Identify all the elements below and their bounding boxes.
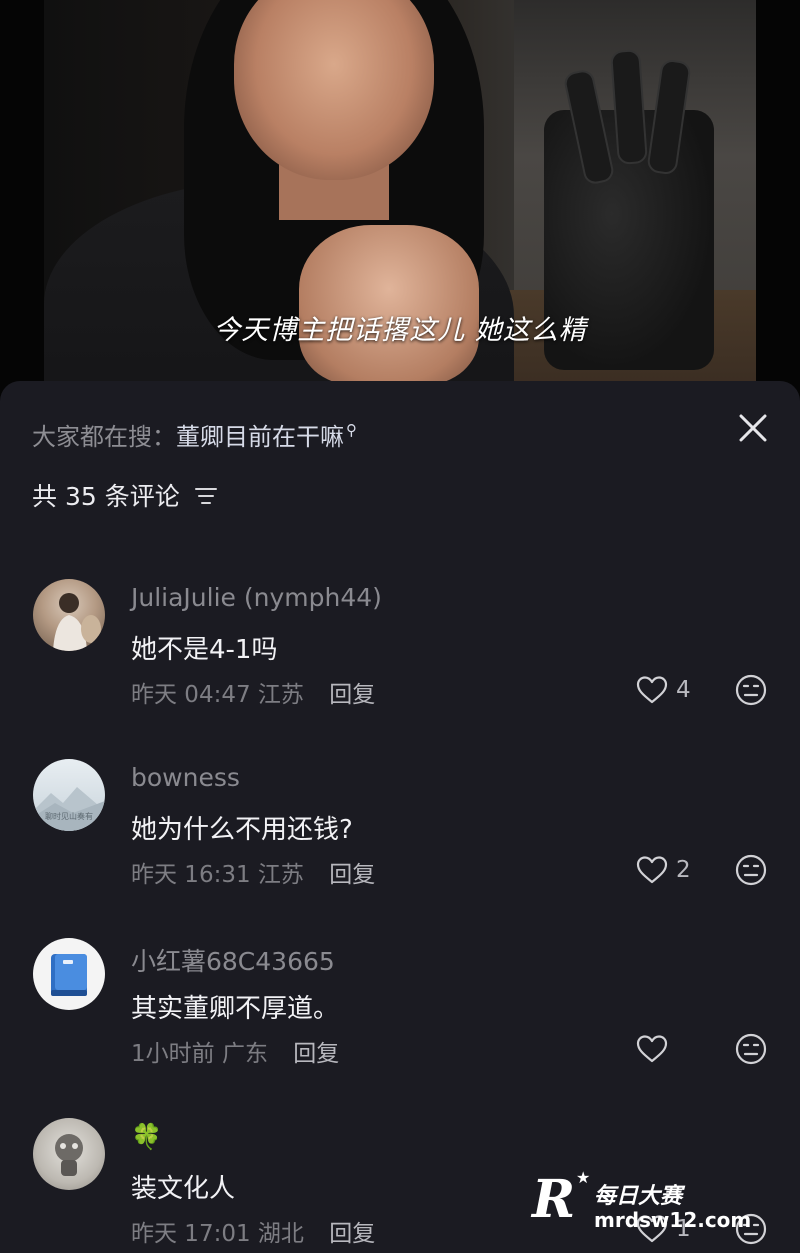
comment-count-row[interactable]: 共 35 条评论 bbox=[32, 477, 218, 513]
comment-meta: 昨天 16:31 江苏 回复 bbox=[131, 855, 375, 889]
avatar-caption: 聊时见山奏有 bbox=[45, 811, 93, 821]
avatar-image: 聊时见山奏有 bbox=[33, 787, 105, 831]
heart-icon bbox=[636, 1035, 668, 1063]
comment-item: 聊时见山奏有 bowness 她为什么不用还钱? 昨天 16:31 江苏 回复 … bbox=[0, 759, 800, 929]
heart-icon bbox=[636, 856, 668, 884]
comment-text: 她不是4-1吗 bbox=[131, 635, 278, 665]
watermark-logo: R bbox=[532, 1169, 576, 1230]
avatar-image bbox=[55, 1134, 83, 1176]
reply-button[interactable]: 回复 bbox=[293, 1041, 339, 1067]
watermark-url: mrdsw12.com bbox=[594, 1208, 752, 1232]
dislike-button[interactable] bbox=[735, 674, 767, 706]
comment-username[interactable]: 🍀 bbox=[131, 1122, 162, 1152]
like-button[interactable]: 4 bbox=[636, 674, 691, 706]
comment-time: 1小时前 bbox=[131, 1041, 215, 1067]
comment-text: 其实董卿不厚道。 bbox=[131, 994, 340, 1024]
comment-location: 江苏 bbox=[257, 862, 304, 888]
comment-location: 湖北 bbox=[257, 1221, 304, 1247]
close-icon bbox=[739, 414, 767, 442]
comment-sheet: 大家都在搜：董卿目前在干嘛 ⚲ 共 35 条评论 JuliaJulie (nym… bbox=[0, 381, 800, 1253]
comment-count: 共 35 条评论 bbox=[32, 482, 180, 511]
like-button[interactable] bbox=[636, 1033, 676, 1065]
comment-username[interactable]: JuliaJulie (nymph44) bbox=[131, 583, 382, 612]
comment-item: 小红薯68C43665 其实董卿不厚道。 1小时前 广东 回复 bbox=[0, 938, 800, 1108]
comment-time: 昨天 04:47 bbox=[131, 682, 251, 708]
book-icon bbox=[51, 954, 87, 996]
comment-location: 江苏 bbox=[257, 682, 304, 708]
dislike-button[interactable] bbox=[735, 854, 767, 886]
reply-button[interactable]: 回复 bbox=[329, 862, 375, 888]
avatar[interactable] bbox=[33, 938, 105, 1010]
star-icon: ★ bbox=[576, 1168, 591, 1187]
reply-button[interactable]: 回复 bbox=[329, 682, 375, 708]
hot-search-bar[interactable]: 大家都在搜：董卿目前在干嘛 ⚲ bbox=[32, 417, 357, 452]
heart-icon bbox=[636, 676, 668, 704]
comment-meta: 昨天 17:01 湖北 回复 bbox=[131, 1214, 375, 1248]
sort-icon[interactable] bbox=[194, 485, 218, 507]
comment-username[interactable]: bowness bbox=[131, 763, 240, 792]
comment-time: 昨天 17:01 bbox=[131, 1221, 251, 1247]
screen: 今天博主把话撂这儿 她这么精 大家都在搜：董卿目前在干嘛⚲ 共 35 条评论 bbox=[0, 0, 800, 1253]
reply-button[interactable]: 回复 bbox=[329, 1221, 375, 1247]
video-person-hand bbox=[299, 225, 479, 385]
like-button[interactable]: 2 bbox=[636, 854, 691, 886]
video-player[interactable]: 今天博主把话撂这儿 她这么精 bbox=[0, 0, 800, 400]
avatar[interactable] bbox=[33, 1118, 105, 1190]
like-count: 4 bbox=[676, 677, 691, 703]
avatar[interactable] bbox=[33, 579, 105, 651]
hot-search-prefix: 大家都在搜： bbox=[32, 423, 176, 451]
watermark-name: 每日大赛 bbox=[594, 1184, 683, 1209]
close-button[interactable] bbox=[734, 409, 772, 447]
comment-text: 她为什么不用还钱? bbox=[131, 815, 353, 845]
comment-location: 广东 bbox=[221, 1041, 268, 1067]
comment-item: JuliaJulie (nymph44) 她不是4-1吗 昨天 04:47 江苏… bbox=[0, 579, 800, 749]
hot-search-term[interactable]: 董卿目前在干嘛 bbox=[176, 423, 344, 451]
dislike-button[interactable] bbox=[735, 1033, 767, 1065]
watermark: R ★ 每日大赛 mrdsw12.com bbox=[528, 1168, 788, 1238]
comment-meta: 1小时前 广东 回复 bbox=[131, 1034, 339, 1068]
avatar-image bbox=[53, 593, 101, 651]
avatar[interactable]: 聊时见山奏有 bbox=[33, 759, 105, 831]
dislike-face-icon bbox=[735, 674, 767, 706]
dislike-face-icon bbox=[735, 854, 767, 886]
search-icon: ⚲ bbox=[346, 421, 357, 439]
dislike-face-icon bbox=[735, 1033, 767, 1065]
comment-username[interactable]: 小红薯68C43665 bbox=[131, 942, 335, 978]
comment-meta: 昨天 04:47 江苏 回复 bbox=[131, 675, 375, 709]
like-count: 2 bbox=[676, 857, 691, 883]
comment-text: 装文化人 bbox=[131, 1174, 236, 1204]
video-subtitle: 今天博主把话撂这儿 她这么精 bbox=[213, 315, 587, 346]
comment-time: 昨天 16:31 bbox=[131, 862, 251, 888]
